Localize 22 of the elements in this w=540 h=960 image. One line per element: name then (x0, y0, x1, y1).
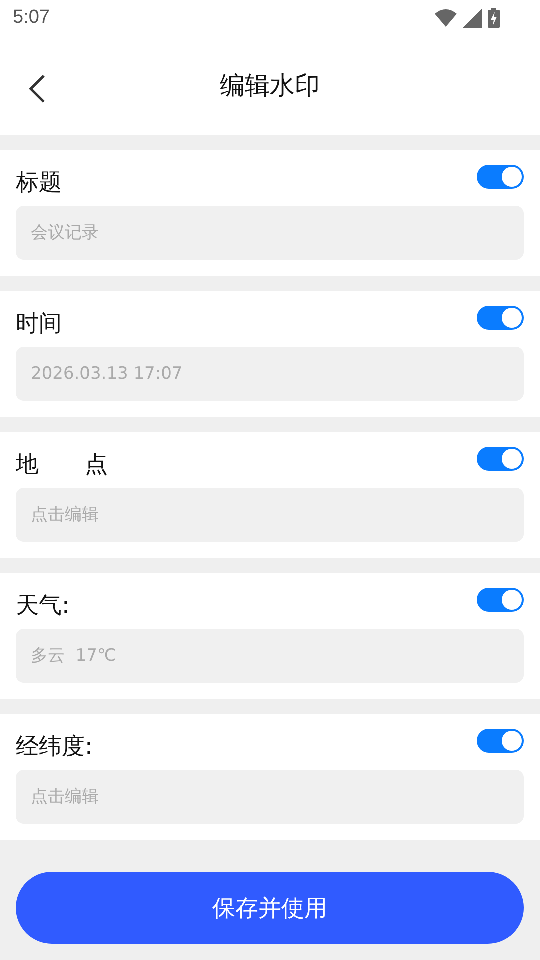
page-title: 编辑水印 (220, 70, 320, 102)
field-label: 天气: (16, 592, 70, 620)
input-field[interactable]: 点击编辑 (16, 770, 524, 824)
toggle-switch[interactable] (477, 729, 524, 753)
save-button[interactable]: 保存并使用 (16, 872, 524, 944)
input-field[interactable]: 点击编辑 (16, 488, 524, 542)
battery-charging-icon (488, 8, 500, 28)
field-label: 经纬度: (16, 732, 93, 762)
field-label: 地 点 (16, 450, 108, 480)
input-field[interactable]: 2026.03.13 17:07 (16, 347, 524, 401)
wifi-icon (435, 9, 457, 27)
toggle-switch[interactable] (477, 588, 524, 612)
signal-icon (463, 8, 482, 28)
back-icon[interactable] (28, 74, 46, 104)
field-label: 标题 (16, 168, 62, 198)
toggle-switch[interactable] (477, 165, 524, 189)
input-field[interactable]: 会议记录 (16, 206, 524, 260)
field-label: 时间 (16, 310, 62, 338)
toggle-switch[interactable] (477, 447, 524, 471)
status-time: 5:07 (13, 7, 50, 29)
input-field[interactable]: 多云 17℃ (16, 629, 524, 683)
toggle-switch[interactable] (477, 306, 524, 330)
